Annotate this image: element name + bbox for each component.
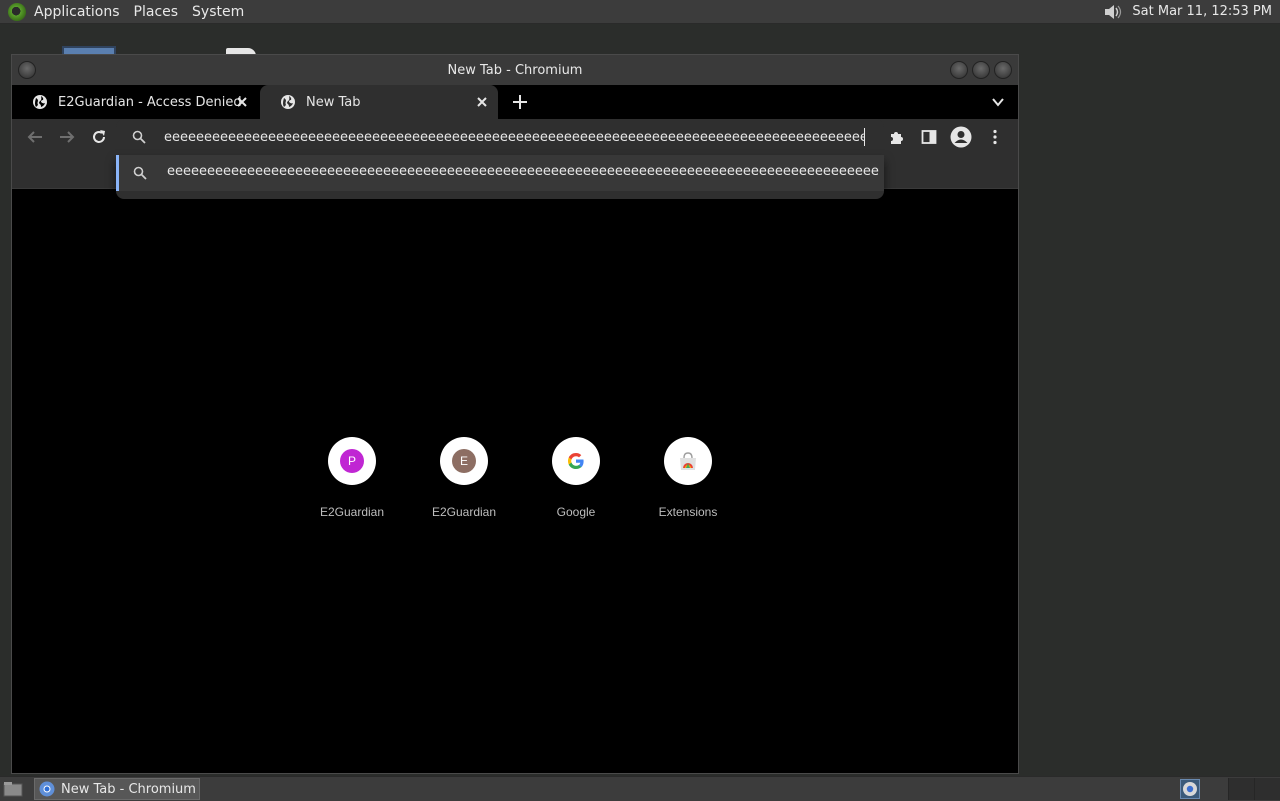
globe-icon xyxy=(281,95,295,109)
shortcut-title: E2Guardian xyxy=(319,505,385,519)
browser-toolbar xyxy=(12,119,1018,155)
show-desktop-icon[interactable] xyxy=(2,780,24,798)
chrome-web-store-icon xyxy=(680,452,696,470)
taskbar-window-button[interactable]: New Tab - Chromium xyxy=(34,778,200,800)
minimize-button[interactable] xyxy=(950,61,968,79)
globe-icon xyxy=(33,95,47,109)
reload-icon[interactable] xyxy=(90,128,108,146)
google-icon xyxy=(568,453,584,469)
text-caret xyxy=(864,128,865,146)
window-menu-button[interactable] xyxy=(18,61,36,79)
tab-label: New Tab xyxy=(306,94,361,110)
workspace-switcher xyxy=(1228,778,1280,800)
shortcut-tile[interactable]: Google xyxy=(528,435,624,519)
applications-menu[interactable]: Applications xyxy=(34,4,120,20)
workspace-2[interactable] xyxy=(1254,778,1280,800)
kebab-menu-icon[interactable] xyxy=(986,128,1004,146)
side-panel-icon[interactable] xyxy=(920,128,938,146)
window-title: New Tab - Chromium xyxy=(447,62,583,78)
bottom-panel: New Tab - Chromium xyxy=(0,776,1280,801)
omnibox[interactable] xyxy=(116,119,884,155)
close-icon[interactable] xyxy=(474,94,490,110)
ntp-shortcuts: P E2Guardian E E2Guardian Google Extensi… xyxy=(304,435,736,519)
suggestion-text: eeeeeeeeeeeeeeeeeeeeeeeeeeeeeeeeeeeeeeee… xyxy=(167,164,879,179)
puzzle-extensions-icon[interactable] xyxy=(888,128,906,146)
top-panel: Applications Places System Sat Mar 11, 1… xyxy=(0,0,1280,24)
tab-e2guardian[interactable]: E2Guardian - Access Denied xyxy=(12,85,258,119)
profile-avatar-icon[interactable] xyxy=(950,126,972,148)
omnibox-suggestions: eeeeeeeeeeeeeeeeeeeeeeeeeeeeeeeeeeeeeeee… xyxy=(116,155,884,199)
suggestion-row[interactable]: eeeeeeeeeeeeeeeeeeeeeeeeeeeeeeeeeeeeeeee… xyxy=(116,155,884,191)
omnibox-input[interactable] xyxy=(164,126,864,148)
chromium-icon xyxy=(39,781,55,797)
chevron-down-icon[interactable] xyxy=(990,94,1006,110)
shortcut-icon-circle xyxy=(664,437,712,485)
close-window-button[interactable] xyxy=(994,61,1012,79)
panel-tray: Sat Mar 11, 12:53 PM xyxy=(1102,2,1272,22)
tab-strip: E2Guardian - Access Denied New Tab xyxy=(12,85,1018,119)
workspace-1[interactable] xyxy=(1228,778,1254,800)
shortcut-title: Extensions xyxy=(658,505,718,519)
letter-badge-icon: P xyxy=(340,449,364,473)
chromium-window: New Tab - Chromium E2Guardian - Access D… xyxy=(12,55,1018,773)
shortcut-tile[interactable]: P E2Guardian xyxy=(304,435,400,519)
places-menu[interactable]: Places xyxy=(134,4,179,20)
taskbar-button-label: New Tab - Chromium xyxy=(61,781,196,797)
chromium-tray-icon[interactable] xyxy=(1180,779,1200,799)
volume-icon[interactable] xyxy=(1102,2,1122,22)
shortcut-tile[interactable]: E E2Guardian xyxy=(416,435,512,519)
search-icon xyxy=(133,166,147,180)
shortcut-icon-circle: E xyxy=(440,437,488,485)
forward-arrow-icon[interactable] xyxy=(58,128,76,146)
shortcut-icon-circle: P xyxy=(328,437,376,485)
tab-label: E2Guardian - Access Denied xyxy=(58,94,242,110)
letter-badge-icon: E xyxy=(452,449,476,473)
distro-logo-icon[interactable] xyxy=(8,2,26,21)
clock[interactable]: Sat Mar 11, 12:53 PM xyxy=(1132,4,1272,19)
back-arrow-icon[interactable] xyxy=(26,128,44,146)
shortcut-title: Google xyxy=(556,505,596,519)
new-tab-plus-icon[interactable] xyxy=(510,92,530,112)
shortcut-icon-circle xyxy=(552,437,600,485)
search-icon xyxy=(132,130,146,144)
shortcut-tile[interactable]: Extensions xyxy=(640,435,736,519)
window-titlebar[interactable]: New Tab - Chromium xyxy=(12,55,1018,85)
tab-new-tab[interactable]: New Tab xyxy=(260,85,498,119)
system-menu[interactable]: System xyxy=(192,4,244,20)
shortcut-title: E2Guardian xyxy=(431,505,497,519)
maximize-button[interactable] xyxy=(972,61,990,79)
close-icon[interactable] xyxy=(234,94,250,110)
